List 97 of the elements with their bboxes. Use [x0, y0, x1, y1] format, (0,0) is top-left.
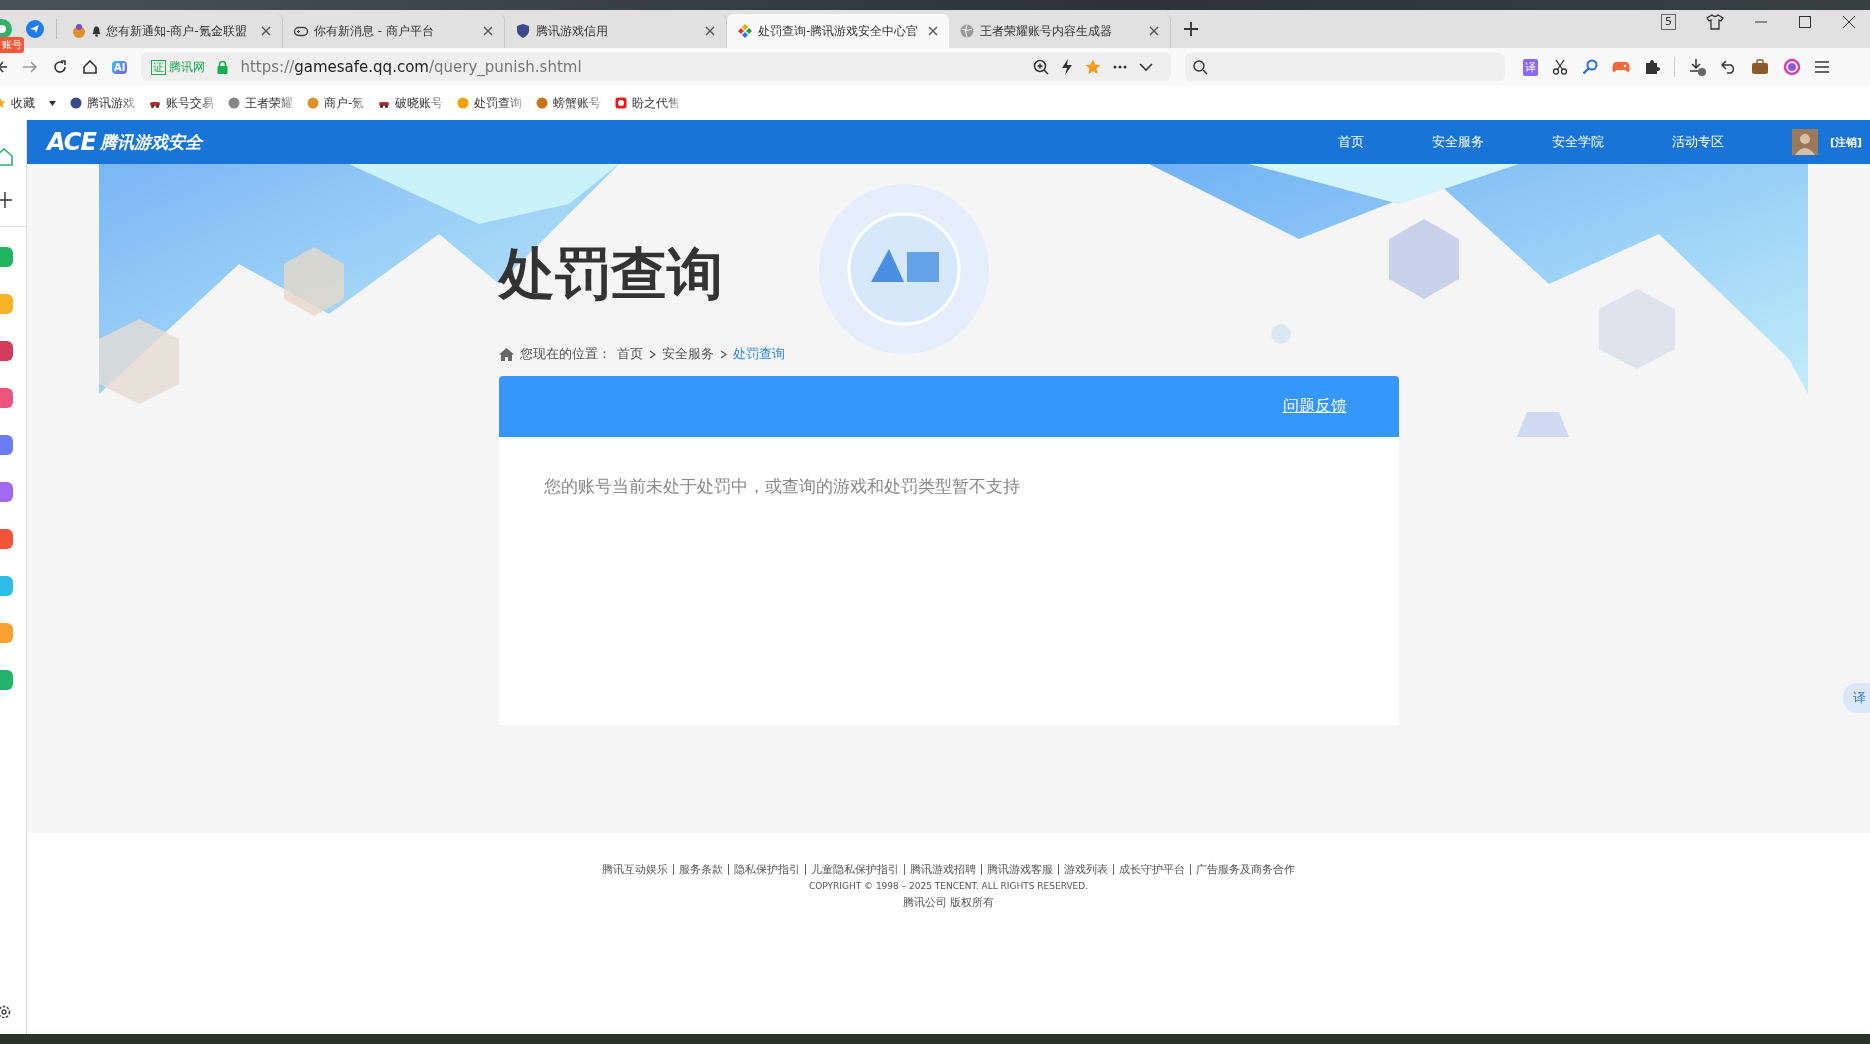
- diamond-icon: [737, 23, 753, 39]
- app-icon[interactable]: [0, 246, 14, 268]
- shield-icon: [515, 23, 531, 39]
- bookmark-icon: [228, 97, 240, 109]
- bookmark-item[interactable]: 账号交易: [149, 94, 214, 112]
- footer-link[interactable]: 广告服务及商务合作: [1196, 862, 1295, 877]
- nav-link[interactable]: 活动专区: [1671, 133, 1724, 151]
- bookmark-icon: [536, 97, 549, 109]
- more-icon[interactable]: [1113, 65, 1128, 69]
- footer-link[interactable]: 游戏列表: [1064, 862, 1108, 877]
- scissors-icon[interactable]: [1552, 59, 1569, 75]
- colorful-ring-icon[interactable]: [1783, 58, 1802, 76]
- home-icon[interactable]: [82, 59, 98, 75]
- menu-icon[interactable]: [1815, 61, 1830, 73]
- translate-button[interactable]: 译: [1843, 683, 1870, 713]
- forward-icon[interactable]: [22, 59, 38, 75]
- app-icon[interactable]: [0, 528, 14, 550]
- puzzle-icon[interactable]: [1644, 59, 1661, 75]
- breadcrumb-link[interactable]: 安全服务: [661, 345, 714, 363]
- lightning-icon[interactable]: [1061, 59, 1074, 75]
- search-field[interactable]: [1185, 53, 1506, 81]
- tab-title: 腾讯游戏信用: [536, 22, 608, 40]
- breadcrumb-label: 您现在的位置：: [519, 345, 611, 363]
- dropdown-caret-icon[interactable]: [49, 100, 56, 106]
- globe-icon: [959, 23, 975, 39]
- site-logo[interactable]: ACE 腾讯游戏安全: [47, 128, 202, 156]
- bookmark-item[interactable]: 收藏: [0, 94, 35, 112]
- footer-link[interactable]: 成长守护平台: [1119, 862, 1185, 877]
- app-icon[interactable]: [0, 669, 14, 691]
- shirt-icon[interactable]: [1706, 14, 1724, 30]
- company-text: 腾讯公司 版权所有: [902, 895, 995, 910]
- footer-link[interactable]: 腾讯互动娱乐: [602, 862, 668, 877]
- bookmark-icon: [70, 97, 82, 109]
- maximize-icon[interactable]: [1798, 15, 1812, 29]
- bookmark-item[interactable]: 商户-氪: [307, 94, 365, 112]
- tab-count[interactable]: 5: [1661, 14, 1676, 30]
- send-icon[interactable]: [26, 20, 44, 38]
- app-icon[interactable]: [0, 481, 14, 503]
- bookmark-item[interactable]: 盼之代售: [615, 94, 681, 112]
- chevron-icon: [648, 349, 656, 359]
- account-badge: 账号: [0, 37, 24, 53]
- nav-link[interactable]: 安全服务: [1431, 133, 1484, 151]
- chevron-icon: [719, 349, 727, 359]
- copyright-text: COPYRIGHT © 1998 – 2025 TENCENT. ALL RIGHTS RESERVED.: [808, 881, 1089, 891]
- avatar[interactable]: [1791, 129, 1818, 155]
- footer-link[interactable]: 腾讯游戏招聘: [910, 862, 976, 877]
- new-tab-icon[interactable]: [1183, 21, 1199, 37]
- footer-link[interactable]: 儿童隐私保护指引: [811, 862, 899, 877]
- star-icon[interactable]: [1085, 59, 1102, 75]
- back-icon[interactable]: [0, 59, 8, 75]
- bookmark-item[interactable]: 破晓账号: [378, 94, 444, 112]
- result-message: 您的账号当前未处于处罚中，或查询的游戏和处罚类型暂不支持: [543, 475, 1021, 498]
- logout-link[interactable]: [注销]: [1829, 134, 1862, 150]
- close-icon[interactable]: [260, 25, 272, 37]
- close-icon[interactable]: [927, 25, 939, 37]
- bookmark-icon: [307, 97, 319, 109]
- bookmark-item[interactable]: 腾讯游戏: [70, 94, 135, 112]
- page-title: 处罚查询: [498, 242, 724, 306]
- bookmark-item[interactable]: 处罚查询: [457, 94, 523, 112]
- nav-link[interactable]: 首页: [1337, 133, 1364, 151]
- footer-link[interactable]: 服务条款: [679, 862, 723, 877]
- app-icon[interactable]: [0, 387, 14, 409]
- nav-link[interactable]: 安全学院: [1551, 133, 1604, 151]
- url-text: https://gamesafe.qq.com/query_punish.shtml: [240, 58, 582, 76]
- plus-icon[interactable]: [0, 191, 12, 209]
- close-icon[interactable]: [704, 25, 716, 37]
- lock-icon: [217, 60, 229, 74]
- translate-button[interactable]: 译: [1523, 58, 1539, 76]
- app-icon[interactable]: [0, 434, 14, 456]
- breadcrumb-link[interactable]: 首页: [616, 345, 643, 363]
- bookmark-icon: [615, 97, 628, 109]
- tab-title: 您有新通知-商户-氪金联盟: [106, 22, 247, 40]
- chevron-down-icon[interactable]: [1139, 63, 1154, 71]
- close-icon[interactable]: [1842, 15, 1856, 29]
- footer-link[interactable]: 隐私保护指引: [734, 862, 800, 877]
- gamepad-icon[interactable]: [1612, 60, 1631, 74]
- settings-icon[interactable]: [0, 1004, 12, 1020]
- tab-title: 处罚查询-腾讯游戏安全中心官: [758, 22, 919, 40]
- bookmark-item[interactable]: 螃蟹账号: [536, 94, 602, 112]
- address-field[interactable]: 证 腾讯网 https://gamesafe.qq.com/query_punish.shtml: [141, 53, 1172, 81]
- bookmark-item[interactable]: 王者荣耀: [228, 94, 293, 112]
- briefcase-icon[interactable]: [1751, 59, 1770, 75]
- mascot-icon: [71, 23, 87, 39]
- app-icon[interactable]: [0, 340, 14, 362]
- reload-icon[interactable]: [52, 59, 68, 75]
- tab-title: 王者荣耀账号内容生成器: [980, 22, 1112, 40]
- download-icon[interactable]: [1689, 58, 1708, 76]
- footer-link[interactable]: 腾讯游戏客服: [987, 862, 1053, 877]
- home-icon: [498, 347, 514, 361]
- zoom-in-icon[interactable]: [1033, 59, 1050, 75]
- tab-title: 你有新消息 - 商户平台: [314, 22, 434, 40]
- browser-tab[interactable]: 处罚查询-腾讯游戏安全中心官: [727, 14, 949, 48]
- bookmark-icon: [457, 97, 470, 109]
- close-icon[interactable]: [482, 25, 494, 37]
- search-icon[interactable]: [1582, 59, 1599, 75]
- close-icon[interactable]: [1148, 25, 1160, 37]
- search-icon: [1193, 59, 1209, 75]
